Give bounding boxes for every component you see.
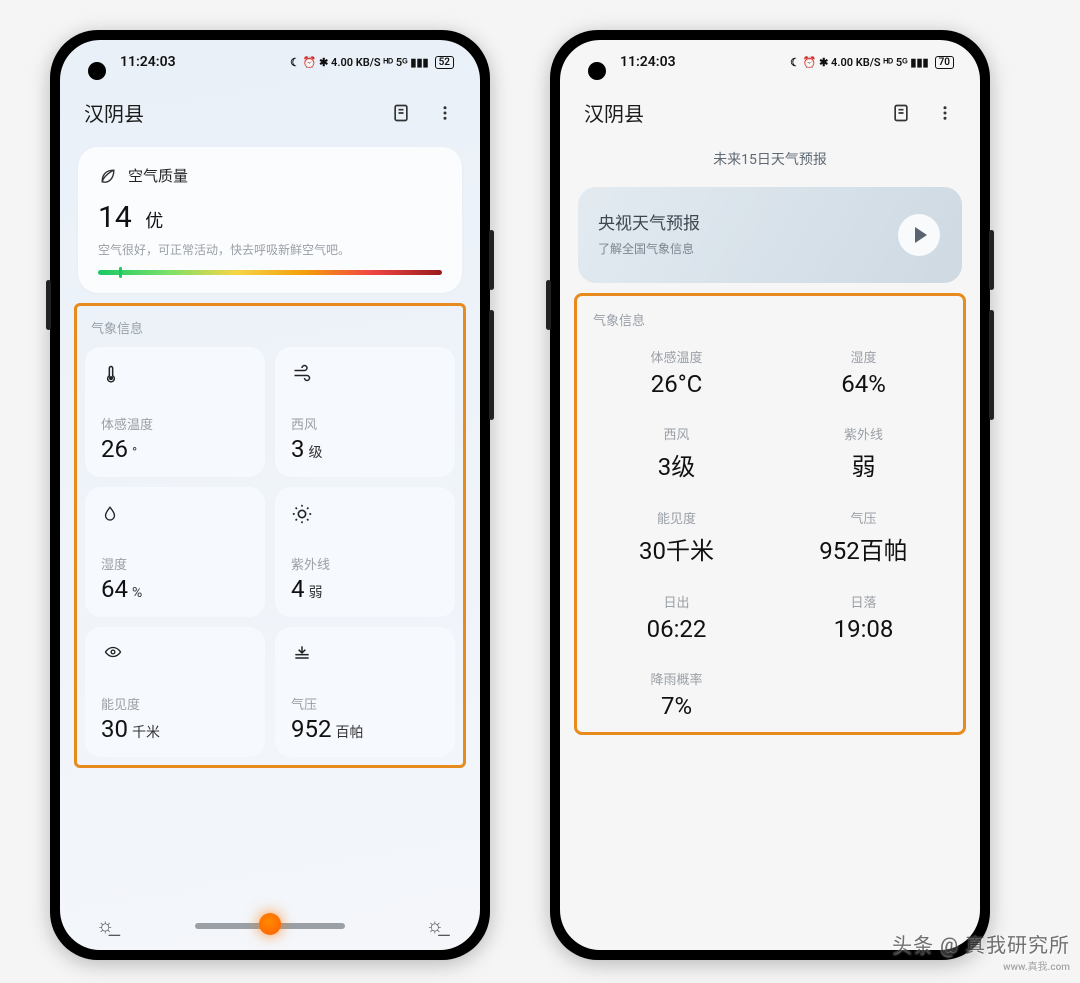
meteo-cell: 降雨概率 7% (593, 669, 760, 720)
status-icons: ☾ ⏰ ✱ 4.00 KB/S ᴴᴰ 5ᴳ ▮▮▮ (790, 56, 929, 69)
press-icon (291, 643, 439, 665)
aq-spectrum-bar (98, 270, 442, 275)
sunrise-icon[interactable]: ☼̲ (96, 913, 114, 938)
notes-icon[interactable] (390, 102, 412, 124)
meteo-cell: 紫外线弱 (780, 424, 947, 482)
location-title[interactable]: 汉阴县 (584, 98, 644, 127)
meteo-cell: 日落 19:08 (780, 592, 947, 643)
tile-label: 能见度 (101, 694, 249, 713)
tile-label: 气压 (291, 694, 439, 713)
notes-icon[interactable] (890, 102, 912, 124)
status-bar: 11:24:03 ☾ ⏰ ✱ 4.00 KB/S ᴴᴰ 5ᴳ ▮▮▮ 52 (60, 40, 480, 84)
cell-label: 日落 (780, 592, 947, 611)
cell-value: 64% (780, 370, 947, 398)
air-quality-card[interactable]: 空气质量 14 优 空气很好，可正常活动，快去呼吸新鲜空气吧。 (78, 147, 462, 293)
cell-label: 湿度 (780, 347, 947, 366)
cell-label: 气压 (780, 508, 947, 527)
home-indicator-glow (259, 913, 281, 935)
watermark: 头条 @ 真我研究所 www.真我.com (892, 929, 1070, 973)
tile-value: 30千米 (101, 715, 249, 743)
meteo-tile-thermo[interactable]: 体感温度 26° (85, 347, 265, 477)
sunset-icon[interactable]: ☼̲ (426, 913, 444, 938)
aq-grade: 优 (145, 211, 163, 232)
meteo-title: 气象信息 (593, 310, 947, 329)
tile-value: 3级 (291, 435, 439, 463)
leaf-icon (98, 166, 118, 186)
cctv-forecast-card[interactable]: 央视天气预报 了解全国气象信息 (578, 187, 962, 283)
meteo-tile-sun[interactable]: 紫外线 4弱 (275, 487, 455, 617)
status-icons: ☾ ⏰ ✱ 4.00 KB/S ᴴᴰ 5ᴳ ▮▮▮ (290, 56, 429, 69)
more-icon[interactable] (434, 102, 456, 124)
bottom-bar: ☼̲ ☼̲ (60, 913, 480, 938)
battery-indicator: 52 (435, 56, 454, 69)
status-bar: 11:24:03 ☾ ⏰ ✱ 4.00 KB/S ᴴᴰ 5ᴳ ▮▮▮ 70 (560, 40, 980, 84)
tile-value: 4弱 (291, 575, 439, 603)
play-icon[interactable] (898, 214, 940, 256)
sun-icon (291, 503, 439, 525)
cctv-title: 央视天气预报 (598, 209, 942, 234)
aq-title: 空气质量 (128, 165, 188, 186)
cell-label: 能见度 (593, 508, 760, 527)
cell-value: 3级 (593, 447, 760, 482)
cell-label: 降雨概率 (593, 669, 760, 688)
cell-label: 紫外线 (780, 424, 947, 443)
meteo-cell: 西风 3级 (593, 424, 760, 482)
cell-value: 06:22 (593, 615, 760, 643)
location-title[interactable]: 汉阴县 (84, 98, 144, 127)
cell-value: 30千米 (593, 531, 760, 566)
phone-right: 11:24:03 ☾ ⏰ ✱ 4.00 KB/S ᴴᴰ 5ᴳ ▮▮▮ 70 汉阴… (550, 30, 990, 960)
meteo-section-left: 气象信息 体感温度 26° 西风 3级湿度 64% 紫外线 4弱能见度 30千米 气压 952百帕 (74, 303, 466, 768)
tile-label: 西风 (291, 414, 439, 433)
camera-punch-hole (88, 62, 106, 80)
meteo-title: 气象信息 (91, 318, 449, 337)
meteo-tile-press[interactable]: 气压 952百帕 (275, 627, 455, 757)
wind-icon (291, 363, 439, 385)
meteo-cell: 湿度 64% (780, 347, 947, 398)
meteo-tile-eye[interactable]: 能见度 30千米 (85, 627, 265, 757)
cell-value: 26°C (593, 370, 760, 398)
thermo-icon (101, 363, 249, 385)
tile-value: 952百帕 (291, 715, 439, 743)
cell-label: 日出 (593, 592, 760, 611)
cell-label: 西风 (593, 424, 760, 443)
meteo-cell: 体感温度 26°C (593, 347, 760, 398)
app-bar: 汉阴县 (60, 84, 480, 137)
aq-value: 14 (98, 200, 132, 235)
cctv-subtitle: 了解全国气象信息 (598, 240, 942, 257)
meteo-cell: 能见度 30千米 (593, 508, 760, 566)
cell-value: 19:08 (780, 615, 947, 643)
tile-value: 26° (101, 435, 249, 463)
battery-indicator: 70 (935, 56, 954, 69)
meteo-tile-drop[interactable]: 湿度 64% (85, 487, 265, 617)
phone-left: 11:24:03 ☾ ⏰ ✱ 4.00 KB/S ᴴᴰ 5ᴳ ▮▮▮ 52 汉阴… (50, 30, 490, 960)
forecast-15day-link[interactable]: 未来15日天气预报 (560, 137, 980, 181)
cell-value: 弱 (780, 447, 947, 482)
tile-label: 体感温度 (101, 414, 249, 433)
tile-label: 紫外线 (291, 554, 439, 573)
meteo-cell: 日出 06:22 (593, 592, 760, 643)
cell-value: 952百帕 (780, 531, 947, 566)
meteo-cell: 气压 952百帕 (780, 508, 947, 566)
app-bar: 汉阴县 (560, 84, 980, 137)
aq-description: 空气很好，可正常活动，快去呼吸新鲜空气吧。 (98, 241, 442, 258)
meteo-section-right: 气象信息 体感温度26°C湿度64%西风3级紫外线弱能见度30千米气压952百帕… (574, 293, 966, 735)
tile-value: 64% (101, 575, 249, 603)
tile-label: 湿度 (101, 554, 249, 573)
cell-value: 7% (593, 692, 760, 720)
status-time: 11:24:03 (120, 54, 176, 70)
status-time: 11:24:03 (620, 54, 676, 70)
meteo-tile-wind[interactable]: 西风 3级 (275, 347, 455, 477)
cell-label: 体感温度 (593, 347, 760, 366)
more-icon[interactable] (934, 102, 956, 124)
eye-icon (101, 643, 249, 665)
drop-icon (101, 503, 249, 525)
camera-punch-hole (588, 62, 606, 80)
